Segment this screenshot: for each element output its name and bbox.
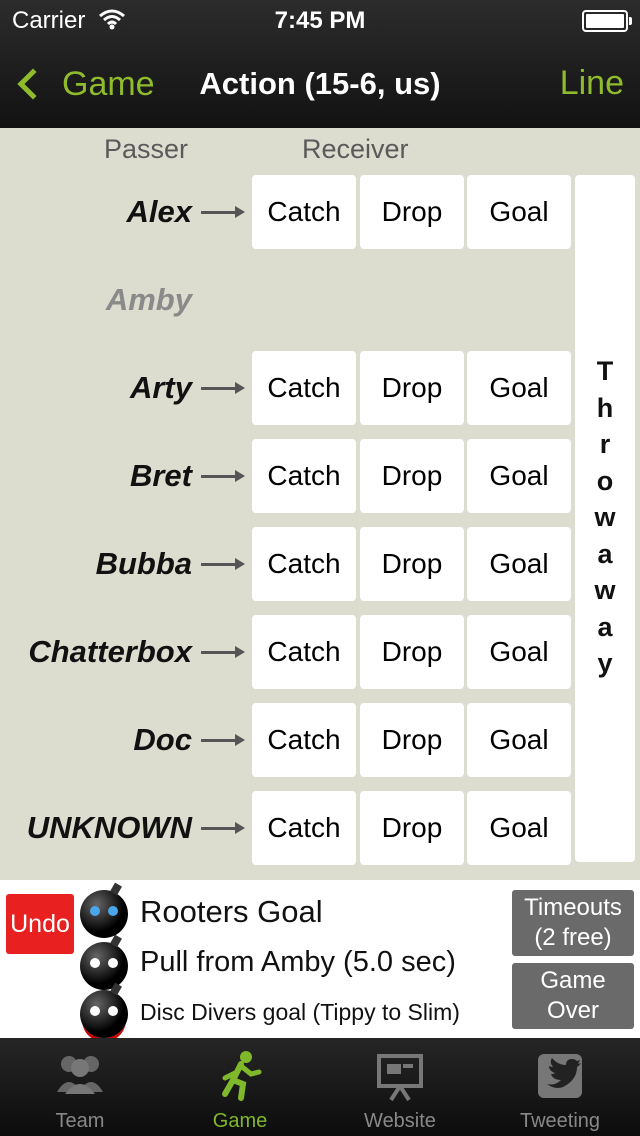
- game-over-button[interactable]: Game Over: [512, 963, 634, 1029]
- throwaway-letter: y: [597, 648, 613, 678]
- tab-team[interactable]: Team: [0, 1038, 160, 1136]
- status-time: 7:45 PM: [274, 7, 366, 34]
- player-row: Doc Catch Drop Goal: [0, 703, 571, 777]
- goal-button[interactable]: Goal: [467, 615, 571, 689]
- page-title: Action (15-6, us): [199, 66, 441, 101]
- goal-button[interactable]: Goal: [467, 527, 571, 601]
- player-name: Alex: [126, 194, 192, 229]
- catch-button[interactable]: Catch: [252, 439, 356, 513]
- timeouts-button[interactable]: Timeouts (2 free): [512, 890, 634, 956]
- tab-game[interactable]: Game: [160, 1038, 320, 1136]
- tab-label: Game: [212, 1110, 268, 1132]
- team-icon: [57, 1056, 103, 1094]
- throwaway-letter: h: [596, 392, 614, 423]
- arrow-right-icon: [201, 558, 245, 570]
- log-event: Rooters Goal: [140, 894, 323, 929]
- throwaway-letter: T: [596, 356, 614, 386]
- catch-button[interactable]: Catch: [252, 703, 356, 777]
- drop-button[interactable]: Drop: [360, 439, 464, 513]
- receiver-header: Receiver: [302, 134, 409, 164]
- twitter-icon: [538, 1054, 582, 1098]
- passer-header: Passer: [104, 134, 189, 164]
- status-bar: Carrier 7:45 PM: [0, 0, 640, 40]
- runner-icon: [222, 1051, 262, 1101]
- nav-bar: Game Action (15-6, us) Line: [0, 40, 640, 128]
- player-name: Amby: [105, 282, 192, 317]
- goal-button[interactable]: Goal: [467, 439, 571, 513]
- catch-button[interactable]: Catch: [252, 351, 356, 425]
- catch-button[interactable]: Catch: [252, 791, 356, 865]
- arrow-right-icon: [201, 206, 245, 218]
- drop-button[interactable]: Drop: [360, 527, 464, 601]
- log-event: Disc Divers goal (Tippy to Slim): [140, 999, 460, 1025]
- player-name: Chatterbox: [28, 634, 192, 669]
- drop-button[interactable]: Drop: [360, 175, 464, 249]
- player-name: Arty: [129, 370, 192, 405]
- throwaway-label: Throwaway: [575, 353, 635, 682]
- event-log: Undo Rooters Goal Pull from Amby (5.0 se…: [0, 880, 640, 1038]
- bomb-icon: [80, 942, 128, 990]
- catch-button[interactable]: Catch: [252, 615, 356, 689]
- presentation-icon: [377, 1054, 423, 1102]
- crying-bomb-icon: [80, 890, 128, 938]
- line-button[interactable]: Line: [560, 64, 624, 103]
- throwaway-button[interactable]: Throwaway: [575, 175, 635, 862]
- goal-button[interactable]: Goal: [467, 175, 571, 249]
- player-name: Bubba: [95, 546, 192, 581]
- battery-icon: [582, 10, 632, 32]
- arrow-right-icon: [201, 382, 245, 394]
- arrow-right-icon: [201, 734, 245, 746]
- tab-website[interactable]: Website: [320, 1038, 480, 1136]
- catch-button[interactable]: Catch: [252, 527, 356, 601]
- drop-button[interactable]: Drop: [360, 703, 464, 777]
- player-row: UNKNOWN Catch Drop Goal: [0, 791, 571, 865]
- throwaway-letter: a: [597, 538, 613, 569]
- tab-bar: Team Game Website Tweeting: [0, 1038, 640, 1136]
- catch-button[interactable]: Catch: [252, 175, 356, 249]
- undo-button[interactable]: Undo: [6, 894, 74, 954]
- player-row: Bret Catch Drop Goal: [0, 439, 571, 513]
- arrow-right-icon: [201, 470, 245, 482]
- goal-button[interactable]: Goal: [467, 351, 571, 425]
- throwaway-letter: w: [594, 502, 616, 532]
- player-row: Amby: [0, 263, 570, 337]
- player-name: Doc: [133, 722, 192, 757]
- arrow-right-icon: [201, 646, 245, 658]
- chevron-left-icon: [17, 68, 49, 100]
- throwaway-letter: w: [594, 575, 616, 605]
- tab-label: Tweeting: [519, 1110, 601, 1132]
- tab-label: Website: [364, 1110, 436, 1132]
- throwaway-letter: a: [597, 611, 613, 642]
- goal-button[interactable]: Goal: [467, 703, 571, 777]
- top-bar: Carrier 7:45 PM Game Action (15-6, us) L…: [0, 0, 640, 128]
- throwaway-letter: o: [596, 465, 614, 496]
- player-row: Chatterbox Catch Drop Goal: [0, 615, 571, 689]
- player-row: Bubba Catch Drop Goal: [0, 527, 571, 601]
- log-event: Pull from Amby (5.0 sec): [140, 946, 456, 978]
- drop-button[interactable]: Drop: [360, 791, 464, 865]
- drop-button[interactable]: Drop: [360, 615, 464, 689]
- player-row: Alex Catch Drop Goal: [0, 175, 571, 249]
- player-name: Bret: [129, 458, 192, 493]
- tab-label: Team: [55, 1110, 105, 1132]
- player-row: Arty Catch Drop Goal: [0, 351, 571, 425]
- goal-button[interactable]: Goal: [467, 791, 571, 865]
- tab-tweeting[interactable]: Tweeting: [480, 1038, 640, 1136]
- player-name: UNKNOWN: [26, 810, 192, 845]
- back-button-label: Game: [62, 64, 155, 103]
- back-button[interactable]: Game: [14, 62, 155, 106]
- arrow-right-icon: [201, 822, 245, 834]
- throwaway-letter: r: [599, 429, 611, 459]
- drop-button[interactable]: Drop: [360, 351, 464, 425]
- devil-bomb-icon: [80, 990, 128, 1038]
